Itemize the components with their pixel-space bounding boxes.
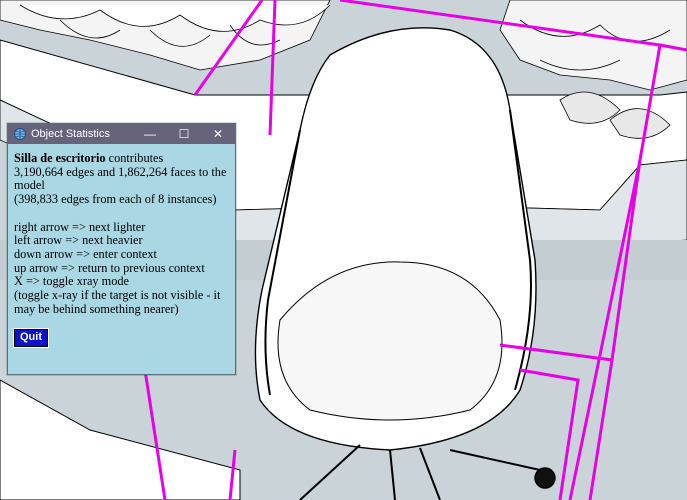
instruction-line: left arrow => next heavier: [14, 233, 143, 248]
maximize-button[interactable]: ☐: [167, 124, 201, 144]
instruction-line: down arrow => enter context: [14, 246, 157, 261]
instruction-line: may be behind something nearer): [14, 301, 179, 316]
minimize-icon: —: [144, 127, 156, 141]
maximize-icon: ☐: [178, 127, 190, 141]
contributes-text: contributes: [108, 151, 164, 165]
instruction-line: X => toggle xray mode: [14, 274, 129, 289]
app-icon: [14, 128, 26, 140]
dialog-titlebar[interactable]: Object Statistics — ☐ ✕: [8, 124, 235, 144]
stats-line-2: model: [14, 178, 45, 193]
minimize-button[interactable]: —: [133, 124, 167, 144]
stats-header: Silla de escritorio contributes: [14, 151, 229, 166]
close-icon: ✕: [212, 127, 224, 141]
stats-line-1: 3,190,664 edges and 1,862,264 faces to t…: [14, 164, 227, 179]
instruction-line: right arrow => next lighter: [14, 219, 146, 234]
instances-line: (398,833 edges from each of 8 instances): [14, 192, 217, 207]
dialog-content: Silla de escritorio contributes 3,190,66…: [8, 144, 235, 349]
object-statistics-dialog: Object Statistics — ☐ ✕ Silla de escrito…: [7, 123, 236, 375]
instruction-line: up arrow => return to previous context: [14, 260, 205, 275]
dialog-title: Object Statistics: [31, 128, 110, 140]
quit-button[interactable]: Quit: [13, 328, 49, 349]
instruction-line: (toggle x-ray if the target is not visib…: [14, 288, 221, 303]
close-button[interactable]: ✕: [201, 124, 235, 144]
object-name: Silla de escritorio: [14, 151, 106, 165]
